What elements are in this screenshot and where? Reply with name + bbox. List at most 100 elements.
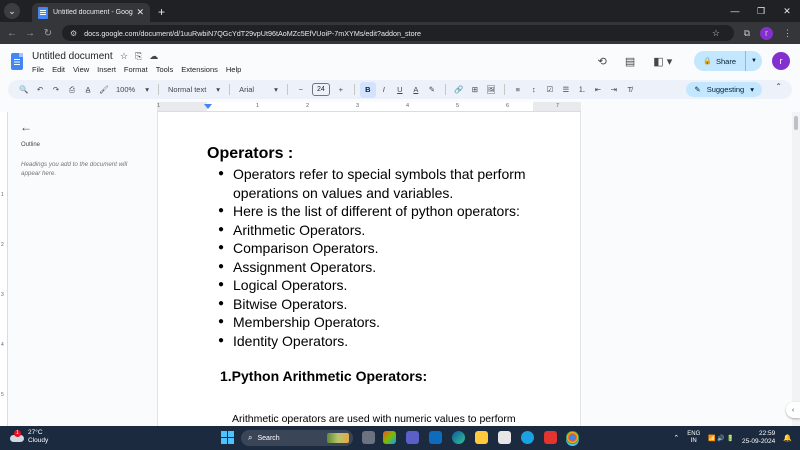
- copilot-icon[interactable]: [383, 431, 396, 444]
- menu-insert[interactable]: Insert: [97, 65, 116, 74]
- list-item[interactable]: Bitwise Operators.: [218, 295, 558, 314]
- clock[interactable]: 22:59 25-09-2024: [742, 430, 775, 446]
- user-avatar[interactable]: r: [772, 52, 790, 70]
- paint-format-icon[interactable]: 🖌: [96, 82, 112, 98]
- font-family-select[interactable]: Arial ▾: [235, 85, 282, 94]
- share-button[interactable]: 🔒 Share: [694, 51, 746, 71]
- print-icon[interactable]: ⎙: [64, 82, 80, 98]
- list-item[interactable]: Arithmetic Operators.: [218, 221, 558, 240]
- cloud-status-icon[interactable]: ☁: [149, 51, 158, 62]
- menu-extensions[interactable]: Extensions: [181, 65, 218, 74]
- undo-icon[interactable]: ↶: [32, 82, 48, 98]
- menu-view[interactable]: View: [73, 65, 89, 74]
- body-paragraph[interactable]: Arithmetic operators are used with numer…: [232, 413, 516, 425]
- insert-image-icon[interactable]: 🖼: [483, 82, 499, 98]
- document-page[interactable]: Operators : Operators refer to special s…: [157, 112, 581, 426]
- bulleted-list-icon[interactable]: ☰: [558, 82, 574, 98]
- bold-button[interactable]: B: [359, 81, 376, 98]
- menu-help[interactable]: Help: [226, 65, 241, 74]
- numbered-list-icon[interactable]: ⒈: [574, 82, 590, 98]
- font-size-input[interactable]: 24: [311, 83, 330, 96]
- share-dropdown-button[interactable]: ▼: [746, 58, 762, 64]
- increase-font-size-button[interactable]: +: [333, 82, 349, 98]
- mcafee-icon[interactable]: [544, 431, 557, 444]
- zoom-select[interactable]: 100% ▾: [112, 85, 153, 94]
- line-spacing-icon[interactable]: ↕: [526, 82, 542, 98]
- list-item[interactable]: Operators refer to special symbols that …: [218, 165, 558, 202]
- list-item[interactable]: Comparison Operators.: [218, 239, 558, 258]
- move-folder-icon[interactable]: ⎘: [135, 51, 142, 62]
- tab-search-button[interactable]: ⌄: [4, 3, 20, 19]
- new-tab-button[interactable]: +: [158, 5, 165, 19]
- minimize-button[interactable]: —: [722, 0, 748, 22]
- chrome-icon[interactable]: [566, 431, 579, 444]
- list-item[interactable]: Logical Operators.: [218, 276, 558, 295]
- list-item[interactable]: Membership Operators.: [218, 313, 558, 332]
- decrease-indent-icon[interactable]: ⇤: [590, 82, 606, 98]
- document-title[interactable]: Untitled document: [32, 51, 113, 62]
- checklist-icon[interactable]: ☑: [542, 82, 558, 98]
- browser-tab-active[interactable]: Untitled document - Google Do ✕: [32, 3, 150, 22]
- comments-icon[interactable]: ▤: [625, 55, 635, 68]
- indent-marker[interactable]: [204, 104, 212, 109]
- wifi-volume-battery-icons[interactable]: 📶 🔊 🔋: [708, 435, 734, 442]
- forward-button[interactable]: →: [21, 28, 39, 39]
- vertical-scrollbar[interactable]: [792, 112, 800, 426]
- document-heading[interactable]: Operators :: [207, 145, 293, 163]
- section-heading[interactable]: 1.Python Arithmetic Operators:: [220, 368, 427, 384]
- omnibox[interactable]: ⚙ docs.google.com/document/d/1uuRwbiN7QG…: [62, 25, 734, 41]
- highlight-icon[interactable]: ✎: [424, 82, 440, 98]
- widgets-app-icon[interactable]: [429, 431, 442, 444]
- close-window-button[interactable]: ✕: [774, 0, 800, 22]
- browser-menu-icon[interactable]: ⋮: [783, 28, 792, 39]
- store-icon[interactable]: [498, 431, 511, 444]
- windows-start-button[interactable]: [221, 431, 234, 444]
- close-outline-icon[interactable]: ←: [20, 120, 32, 134]
- edge-icon[interactable]: [452, 431, 465, 444]
- site-info-icon[interactable]: ⚙: [70, 29, 77, 38]
- search-menus-icon[interactable]: 🔍: [16, 82, 32, 98]
- side-panel-toggle[interactable]: ‹: [786, 402, 800, 418]
- list-item[interactable]: Identity Operators.: [218, 332, 558, 351]
- restore-button[interactable]: ❐: [748, 0, 774, 22]
- align-icon[interactable]: ≡: [510, 82, 526, 98]
- language-indicator[interactable]: ENG IN: [687, 431, 700, 445]
- url-text[interactable]: docs.google.com/document/d/1uuRwbiN7QGcY…: [84, 29, 421, 38]
- notifications-icon[interactable]: 🔔: [783, 434, 792, 442]
- horizontal-ruler[interactable]: 1 1 2 3 4 5 6 7: [157, 102, 581, 112]
- taskbar-search[interactable]: ⌕ Search: [241, 430, 353, 446]
- version-history-icon[interactable]: ⟲: [598, 55, 607, 68]
- menu-edit[interactable]: Edit: [52, 65, 65, 74]
- scrollbar-thumb[interactable]: [794, 116, 798, 130]
- list-item[interactable]: Here is the list of different of python …: [218, 202, 558, 221]
- tab-close-icon[interactable]: ✕: [136, 7, 144, 18]
- show-hidden-icons[interactable]: ⌃: [673, 434, 679, 442]
- editing-mode-select[interactable]: ✎ Suggesting ▾: [686, 82, 762, 97]
- link-icon[interactable]: 🔗: [451, 82, 467, 98]
- star-icon[interactable]: ☆: [120, 51, 128, 62]
- task-view-icon[interactable]: [362, 431, 375, 444]
- browser-profile-avatar[interactable]: r: [760, 26, 773, 40]
- text-color-icon[interactable]: A: [408, 82, 424, 98]
- weather-widget[interactable]: 1 27°C Cloudy: [10, 429, 48, 444]
- app-icon[interactable]: [521, 431, 534, 444]
- redo-icon[interactable]: ↷: [48, 82, 64, 98]
- decrease-font-size-button[interactable]: −: [293, 82, 309, 98]
- collapse-menus-icon[interactable]: ⌃: [775, 82, 782, 91]
- underline-button[interactable]: U: [392, 82, 408, 98]
- extensions-icon[interactable]: ⧉: [744, 28, 750, 39]
- teams-icon[interactable]: [406, 431, 419, 444]
- reload-button[interactable]: ↻: [39, 28, 57, 39]
- increase-indent-icon[interactable]: ⇥: [606, 82, 622, 98]
- menu-file[interactable]: File: [32, 65, 44, 74]
- italic-button[interactable]: I: [376, 82, 392, 98]
- add-comment-icon[interactable]: ⊞: [467, 82, 483, 98]
- clear-formatting-icon[interactable]: T̸: [622, 82, 638, 98]
- menu-tools[interactable]: Tools: [156, 65, 174, 74]
- spellcheck-icon[interactable]: A̲: [80, 82, 96, 98]
- bookmark-star-icon[interactable]: ☆: [712, 28, 720, 39]
- docs-logo-icon[interactable]: [11, 53, 23, 70]
- meet-icon[interactable]: ◧ ▾: [653, 55, 672, 68]
- back-button[interactable]: ←: [3, 28, 21, 39]
- menu-format[interactable]: Format: [124, 65, 148, 74]
